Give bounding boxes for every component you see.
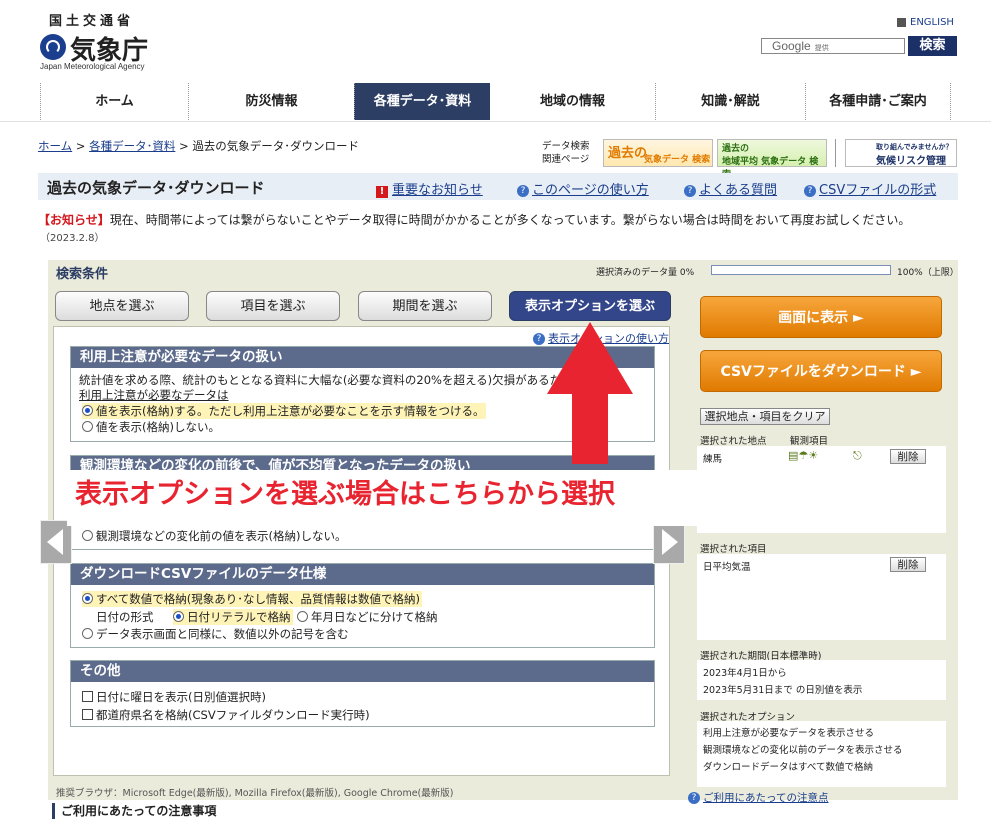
nav-home[interactable]: ホーム xyxy=(40,83,188,120)
search-conditions-label: 検索条件 xyxy=(56,267,109,282)
breadcrumb-home[interactable]: ホーム xyxy=(38,139,72,153)
nav-application[interactable]: 各種申請･ご案内 xyxy=(805,83,951,120)
csv-download-button[interactable]: CSVファイルをダウンロード ► xyxy=(700,350,942,392)
nav-disaster[interactable]: 防災情報 xyxy=(188,83,354,120)
nav-knowledge[interactable]: 知識･解説 xyxy=(655,83,805,120)
question-icon: ? xyxy=(517,185,529,197)
caution-option-hide[interactable]: 値を表示(格納)しない。 xyxy=(82,419,220,435)
caution-option-show[interactable]: 値を表示(格納)する。ただし利用上注意が必要なことを示す情報をつける。 xyxy=(82,403,487,419)
tab-select-options[interactable]: 表示オプションを選ぶ xyxy=(509,291,671,321)
station-name: 練馬 xyxy=(703,454,723,465)
period-from: 2023年4月1日から xyxy=(703,668,787,679)
sun-icon: ☀ xyxy=(808,449,819,462)
play-triangle-icon: ► xyxy=(910,364,922,380)
radio-selected[interactable] xyxy=(82,405,93,416)
nav-data[interactable]: 各種データ･資料 xyxy=(354,83,490,120)
logo-english: Japan Meteorological Agency xyxy=(40,62,145,71)
usage-notes-link[interactable]: ? ご利用にあたっての注意点 xyxy=(688,790,828,805)
csv-format-link[interactable]: ? CSVファイルの形式 xyxy=(804,179,936,198)
delete-item-button[interactable]: 削除 xyxy=(890,557,926,572)
clear-selection-button[interactable]: 選択地点・項目をクリア xyxy=(700,408,830,425)
notice-date: （2023.2.8） xyxy=(40,233,105,244)
item-name: 日平均気温 xyxy=(703,562,751,573)
breadcrumb-data[interactable]: 各種データ･資料 xyxy=(89,139,175,153)
env-option-hide[interactable]: 観測環境などの変化前の値を表示(格納)しない。 xyxy=(82,528,346,544)
umbrella-icon: ☂ xyxy=(798,449,809,462)
annotation-callout: 表示オプションを選ぶ場合はこちらから選択 xyxy=(67,470,742,526)
radio-unselected[interactable] xyxy=(82,530,93,541)
section-heading: ダウンロードCSVファイルのデータ仕様 xyxy=(71,564,654,585)
data-amount-max: 100%（上限） xyxy=(897,268,959,278)
global-nav: ホーム 防災情報 各種データ･資料 地域の情報 知識･解説 各種申請･ご案内 xyxy=(0,83,991,120)
notes-heading: ご利用にあたっての注意事項 xyxy=(52,803,216,819)
related-pages-label: データ検索 関連ページ xyxy=(542,141,590,165)
radio-unselected[interactable] xyxy=(297,611,308,622)
important-notice-link[interactable]: ! 重要なお知らせ xyxy=(376,179,483,198)
prefecture-checkbox[interactable]: 都道府県名を格納(CSVファイルダウンロード実行時) xyxy=(82,707,370,723)
next-arrow-button[interactable] xyxy=(653,520,685,564)
caution-desc: 統計値を求める際、統計のもととなる資料に大幅な(必要な資料の20%を超える)欠損… xyxy=(79,373,573,387)
csv-option-symbols[interactable]: データ表示画面と同様に、数値以外の記号を含む xyxy=(82,626,349,642)
banner-divider xyxy=(835,139,836,167)
nav-region[interactable]: 地域の情報 xyxy=(490,83,655,120)
selected-option-1: 利用上注意が必要なデータを表示させる xyxy=(703,728,875,739)
notice: 【お知らせ】現在、時間帯によっては繋がらないことやデータ取得に時間がかかることが… xyxy=(38,213,911,227)
prev-arrow-button[interactable] xyxy=(40,520,72,564)
tab-select-period[interactable]: 期間を選ぶ xyxy=(358,291,492,321)
past-weather-search-banner[interactable]: 過去の 気象データ 検索 xyxy=(603,139,713,167)
nav-divider xyxy=(0,121,991,122)
red-up-arrow-icon xyxy=(547,322,633,464)
data-amount-label: 選択済みのデータ量 0% xyxy=(596,268,695,278)
show-on-screen-button[interactable]: 画面に表示 ► xyxy=(700,296,942,338)
question-icon: ? xyxy=(684,185,696,197)
selected-stations-label: 選択された地点 xyxy=(700,436,767,447)
rain-icon: ▤ xyxy=(788,449,799,462)
faq-link[interactable]: ? よくある質問 xyxy=(684,179,777,198)
tab-select-item[interactable]: 項目を選ぶ xyxy=(206,291,340,321)
tab-select-station[interactable]: 地点を選ぶ xyxy=(55,291,189,321)
english-link[interactable]: ENGLISH xyxy=(897,17,954,28)
delete-station-button[interactable]: 削除 xyxy=(890,449,926,464)
regional-average-search-banner[interactable]: 過去の地域平均 気象データ 検索 xyxy=(717,139,827,180)
period-to: 2023年5月31日まで の日別値を表示 xyxy=(703,685,863,696)
logo-ministry: 国土交通省 xyxy=(49,14,135,29)
search-input[interactable]: Google 提供 xyxy=(761,38,905,54)
caution-desc-link: 利用上注意が必要なデータは xyxy=(79,388,229,402)
date-format-label: 日付の形式 xyxy=(96,610,154,624)
checkbox[interactable] xyxy=(82,709,93,720)
section-heading: その他 xyxy=(71,661,654,682)
page-title: 過去の気象データ･ダウンロード xyxy=(47,179,265,197)
radio-selected[interactable] xyxy=(82,593,93,604)
arrow-left-icon xyxy=(47,529,63,555)
observation-icons: ▤☂☀ xyxy=(788,449,828,463)
play-triangle-icon: ► xyxy=(853,310,864,326)
date-format-literal[interactable]: 日付リテラルで格納 xyxy=(173,609,293,625)
arrow-right-icon xyxy=(662,529,678,555)
radio-unselected[interactable] xyxy=(82,421,93,432)
date-format-split[interactable]: 年月日などに分けて格納 xyxy=(297,609,438,625)
breadcrumb: ホーム > 各種データ･資料 > 過去の気象データ･ダウンロード xyxy=(38,139,360,153)
arrow-square-icon xyxy=(897,17,906,27)
exclamation-icon: ! xyxy=(376,186,388,198)
selected-option-2: 観測環境などの変化以前のデータを表示させる xyxy=(703,745,903,756)
csv-option-numeric[interactable]: すべて数値で格納(現象あり･なし情報、品質情報は数値で格納) xyxy=(82,591,422,607)
question-icon: ? xyxy=(688,792,700,804)
recommended-browsers: 推奨ブラウザ：Microsoft Edge(最新版), Mozilla Fire… xyxy=(56,788,454,799)
breadcrumb-current: 過去の気象データ･ダウンロード xyxy=(192,139,360,153)
selected-option-3: ダウンロードデータはすべて数値で格納 xyxy=(703,762,873,773)
weekday-checkbox[interactable]: 日付に曜日を表示(日別値選択時) xyxy=(82,689,266,705)
climate-risk-banner[interactable]: 取り組んでみませんか？ 気候リスク管理 xyxy=(845,139,957,167)
radio-selected[interactable] xyxy=(173,611,184,622)
wind-icon: ⎋ xyxy=(853,449,862,462)
observation-items-label: 観測項目 xyxy=(790,436,829,447)
search-button[interactable]: 検索 xyxy=(908,36,957,56)
data-amount-meter xyxy=(711,265,891,275)
radio-unselected[interactable] xyxy=(82,628,93,639)
checkbox[interactable] xyxy=(82,691,93,702)
jma-logo-icon[interactable] xyxy=(40,34,66,60)
page-usage-link[interactable]: ? このページの使い方 xyxy=(517,179,649,198)
question-icon: ? xyxy=(804,185,816,197)
selected-items-label: 選択された項目 xyxy=(700,544,767,555)
